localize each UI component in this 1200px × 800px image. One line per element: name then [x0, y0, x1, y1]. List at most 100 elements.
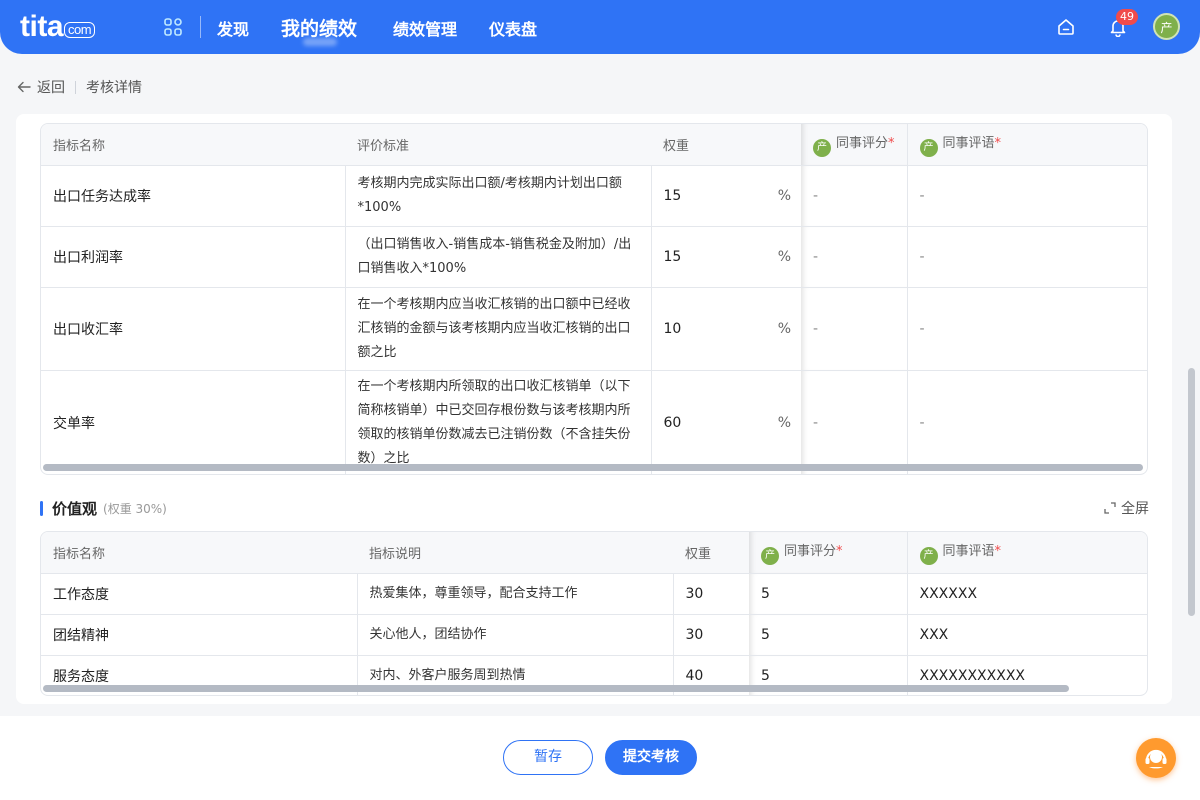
values-table: 指标名称 指标说明 权重 产同事评分* 产同事评语* 工作态度 热爱集体，尊重领… — [41, 532, 1147, 695]
weight-unit: % — [777, 415, 791, 431]
weight-value: 60 — [663, 415, 682, 431]
kpi-name: 出口利润率 — [41, 226, 345, 288]
kpi-weight: 15% — [650, 165, 801, 227]
home-icon[interactable] — [1056, 17, 1076, 37]
required-mark: * — [888, 135, 895, 151]
peer-comment-cell[interactable]: - — [906, 165, 1147, 227]
col-header-peer-score: 产同事评分* — [801, 124, 907, 166]
action-footer: 暂存 提交考核 — [0, 716, 1200, 800]
col-header-peer-comment: 产同事评语* — [906, 124, 1147, 166]
weight-value: 10 — [663, 320, 682, 337]
value-name: 团结精神 — [41, 614, 357, 656]
kpi-table-container[interactable]: 指标名称 评价标准 权重 产同事评分* 产同事评语* 出口任务达成率 考核期内完… — [40, 123, 1148, 475]
peer-comment-cell[interactable]: - — [906, 226, 1147, 288]
required-mark: * — [994, 135, 1002, 151]
back-link[interactable]: 返回 — [17, 77, 65, 97]
kpi-weight: 15% — [650, 226, 801, 288]
kpi-header-row: 指标名称 评价标准 权重 产同事评分* 产同事评语* — [41, 124, 1147, 166]
page-vertical-scrollbar[interactable] — [1188, 368, 1195, 616]
section-title: 价值观 — [52, 500, 98, 518]
peer-score-cell[interactable]: - — [801, 226, 907, 288]
col-header-standard: 评价标准 — [345, 124, 651, 166]
logo-suffix: com — [64, 22, 96, 38]
value-weight: 30 — [672, 573, 749, 615]
back-label: 返回 — [37, 80, 65, 96]
fullscreen-button[interactable]: 全屏 — [1104, 498, 1149, 518]
peer-comment-cell[interactable]: XXX — [906, 614, 1147, 656]
col-header-desc: 指标说明 — [357, 532, 673, 574]
tita-logo[interactable]: tita com — [20, 10, 96, 44]
peer-avatar: 产 — [761, 546, 779, 565]
peer-score-cell[interactable]: 5 — [749, 573, 907, 615]
kpi-standard: （出口销售收入-销售成本-销售税金及附加）/出口销售收入*100% — [344, 226, 651, 288]
kpi-horizontal-scrollbar[interactable] — [43, 464, 1143, 471]
nav-dashboard[interactable]: 仪表盘 — [489, 16, 537, 40]
section-weight-note: (权重 30%) — [103, 502, 167, 516]
col-header-weight: 权重 — [651, 124, 801, 166]
active-nav-indicator — [303, 38, 337, 46]
peer-avatar: 产 — [919, 138, 938, 157]
peer-score-cell[interactable]: - — [801, 165, 907, 227]
kpi-weight: 10% — [650, 287, 801, 371]
table-row: 出口利润率 （出口销售收入-销售成本-销售税金及附加）/出口销售收入*100% … — [41, 226, 1147, 288]
table-row: 团结精神 关心他人，团结协作 30 5 XXX — [41, 614, 1147, 656]
peer-avatar: 产 — [919, 546, 938, 565]
peer-comment-cell[interactable]: - — [906, 370, 1147, 474]
value-weight: 30 — [672, 614, 749, 656]
top-nav-bar: tita com 发现 我的绩效 绩效管理 仪表盘 49 产 — [0, 0, 1200, 54]
peer-score-cell[interactable]: - — [801, 370, 907, 474]
peer-comment-label: 同事评语 — [942, 543, 995, 559]
expand-icon — [1104, 502, 1116, 514]
apps-grid-icon[interactable] — [164, 18, 182, 36]
weight-unit: % — [777, 187, 791, 204]
nav-my-performance[interactable]: 我的绩效 — [281, 14, 357, 41]
kpi-name: 出口任务达成率 — [41, 165, 345, 227]
values-section-header: 价值观 (权重 30%) — [40, 498, 167, 519]
weight-unit: % — [777, 248, 791, 265]
col-header-peer-comment: 产同事评语* — [906, 532, 1147, 574]
weight-value: 15 — [663, 248, 682, 265]
notification-badge: 49 — [1116, 9, 1138, 25]
breadcrumb-separator — [75, 80, 76, 94]
col-header-name: 指标名称 — [41, 532, 357, 574]
col-header-weight: 权重 — [673, 532, 749, 574]
table-row: 工作态度 热爱集体，尊重领导，配合支持工作 30 5 XXXXXX — [41, 573, 1147, 615]
breadcrumb-current: 考核详情 — [86, 80, 142, 96]
col-header-name: 指标名称 — [41, 124, 345, 166]
peer-comment-cell[interactable]: XXXXXX — [906, 573, 1147, 615]
nav-performance-management[interactable]: 绩效管理 — [393, 16, 457, 40]
submit-assessment-button[interactable]: 提交考核 — [605, 740, 697, 775]
save-draft-button[interactable]: 暂存 — [503, 740, 593, 775]
section-accent-bar — [40, 501, 43, 516]
required-mark: * — [994, 543, 1002, 559]
kpi-standard: 考核期内完成实际出口额/考核期内计划出口额*100% — [344, 165, 651, 227]
kpi-weight: 60% — [650, 370, 801, 474]
table-row: 交单率 在一个考核期内所领取的出口收汇核销单（以下简称核销单）中已交回存根份数与… — [41, 370, 1147, 474]
col-header-peer-score: 产同事评分* — [749, 532, 907, 574]
kpi-standard: 在一个考核期内所领取的出口收汇核销单（以下简称核销单）中已交回存根份数与该考核期… — [344, 370, 651, 474]
value-desc: 关心他人，团结协作 — [356, 614, 673, 656]
values-horizontal-scrollbar[interactable] — [43, 685, 1069, 692]
kpi-name: 交单率 — [41, 370, 345, 474]
nav-discover[interactable]: 发现 — [217, 16, 249, 40]
peer-score-cell[interactable]: - — [801, 287, 907, 371]
table-row: 出口任务达成率 考核期内完成实际出口额/考核期内计划出口额*100% 15% -… — [41, 165, 1147, 227]
nav-divider — [200, 16, 201, 38]
weight-unit: % — [777, 320, 791, 337]
table-row: 出口收汇率 在一个考核期内应当收汇核销的出口额中已经收汇核销的金额与该考核期内应… — [41, 287, 1147, 371]
kpi-table: 指标名称 评价标准 权重 产同事评分* 产同事评语* 出口任务达成率 考核期内完… — [41, 124, 1147, 474]
kpi-standard: 在一个考核期内应当收汇核销的出口额中已经收汇核销的金额与该考核期内应当收汇核销的… — [344, 287, 651, 371]
value-desc: 热爱集体，尊重领导，配合支持工作 — [356, 573, 673, 615]
weight-value: 15 — [663, 187, 682, 204]
peer-score-cell[interactable]: 5 — [749, 614, 907, 656]
kpi-name: 出口收汇率 — [41, 287, 345, 371]
assessment-card: 指标名称 评价标准 权重 产同事评分* 产同事评语* 出口任务达成率 考核期内完… — [16, 114, 1172, 704]
peer-comment-cell[interactable]: - — [906, 287, 1147, 371]
help-assistant-button[interactable] — [1136, 738, 1176, 778]
fullscreen-label: 全屏 — [1121, 501, 1149, 517]
peer-avatar: 产 — [813, 138, 831, 157]
value-name: 工作态度 — [41, 573, 357, 615]
peer-score-label: 同事评分 — [784, 543, 837, 559]
user-avatar[interactable]: 产 — [1153, 13, 1180, 40]
values-table-container[interactable]: 指标名称 指标说明 权重 产同事评分* 产同事评语* 工作态度 热爱集体，尊重领… — [40, 531, 1148, 696]
